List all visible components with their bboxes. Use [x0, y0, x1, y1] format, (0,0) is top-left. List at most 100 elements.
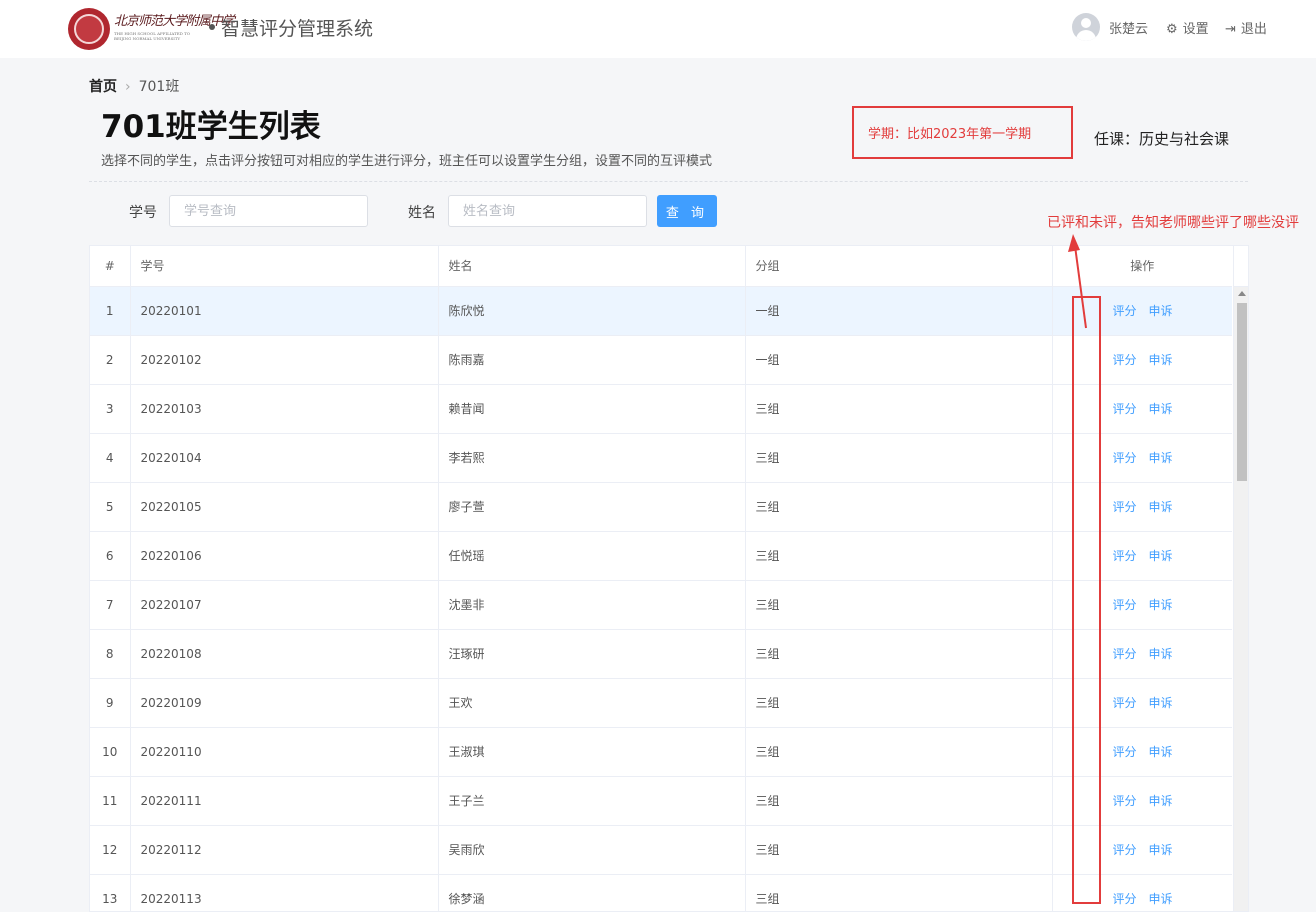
app-title: 智慧评分管理系统 [221, 18, 374, 40]
cell-group: 三组 [745, 776, 1053, 826]
cell-index: 6 [90, 531, 131, 581]
appeal-button[interactable]: 申诉 [1149, 451, 1173, 465]
semester-annotation-box: 学期：比如2023年第一学期 [852, 106, 1073, 159]
user-name[interactable]: 张楚云 [1109, 18, 1148, 37]
cell-index: 9 [90, 678, 131, 728]
score-button[interactable]: 评分 [1113, 549, 1137, 563]
table-row[interactable]: 8 20220108 汪琢研 三组 评分 申诉 [90, 629, 1232, 679]
appeal-button[interactable]: 申诉 [1149, 794, 1173, 808]
cell-actions: 评分 申诉 [1052, 678, 1232, 728]
cell-name: 廖子萱 [438, 482, 746, 532]
gear-icon: ⚙ [1166, 22, 1178, 37]
column-header-student-no: 学号 [130, 246, 439, 287]
score-button[interactable]: 评分 [1113, 353, 1137, 367]
breadcrumb-current: 701班 [138, 79, 180, 95]
breadcrumb: 首页 › 701班 [89, 76, 179, 96]
score-button[interactable]: 评分 [1113, 500, 1137, 514]
query-button[interactable]: 查 询 [657, 195, 717, 227]
cell-student-no: 20220111 [130, 776, 439, 826]
appeal-button[interactable]: 申诉 [1149, 892, 1173, 906]
cell-actions: 评分 申诉 [1052, 629, 1232, 679]
appeal-button[interactable]: 申诉 [1149, 843, 1173, 857]
appeal-button[interactable]: 申诉 [1149, 500, 1173, 514]
table-row[interactable]: 2 20220102 陈雨嘉 一组 评分 申诉 [90, 335, 1232, 385]
cell-name: 王淑琪 [438, 727, 746, 777]
cell-name: 任悦瑶 [438, 531, 746, 581]
score-button[interactable]: 评分 [1113, 843, 1137, 857]
cell-group: 三组 [745, 433, 1053, 483]
appeal-button[interactable]: 申诉 [1149, 696, 1173, 710]
table-row[interactable]: 3 20220103 赖昔闻 三组 评分 申诉 [90, 384, 1232, 434]
appeal-button[interactable]: 申诉 [1149, 598, 1173, 612]
appeal-button[interactable]: 申诉 [1149, 402, 1173, 416]
settings-link[interactable]: ⚙ 设置 [1166, 18, 1209, 37]
top-header: 北京师范大学附属中学 THE HIGH SCHOOL AFFILIATED TO… [0, 0, 1316, 58]
name-input[interactable] [448, 195, 647, 227]
cell-student-no: 20220106 [130, 531, 439, 581]
semester-text: 学期：比如2023年第一学期 [868, 127, 1032, 142]
cell-student-no: 20220104 [130, 433, 439, 483]
cell-student-no: 20220105 [130, 482, 439, 532]
cell-actions: 评分 申诉 [1052, 531, 1232, 581]
cell-name: 吴雨欣 [438, 825, 746, 875]
school-name-en: THE HIGH SCHOOL AFFILIATED TO BEIJING NO… [114, 31, 191, 41]
appeal-button[interactable]: 申诉 [1149, 549, 1173, 563]
cell-group: 三组 [745, 482, 1053, 532]
table-row[interactable]: 13 20220113 徐梦涵 三组 评分 申诉 [90, 874, 1232, 911]
table-row[interactable]: 11 20220111 王子兰 三组 评分 申诉 [90, 776, 1232, 826]
cell-group: 三组 [745, 874, 1053, 911]
annotation-note: 已评和未评，告知老师哪些评了哪些没评 [1047, 215, 1299, 231]
cell-index: 1 [90, 286, 131, 336]
cell-actions: 评分 申诉 [1052, 727, 1232, 777]
cell-actions: 评分 申诉 [1052, 580, 1232, 630]
table-row[interactable]: 6 20220106 任悦瑶 三组 评分 申诉 [90, 531, 1232, 581]
logout-icon: ⇥ [1225, 22, 1236, 37]
cell-actions: 评分 申诉 [1052, 433, 1232, 483]
scrollbar-thumb[interactable] [1237, 303, 1247, 481]
divider [89, 181, 1248, 182]
logout-label: 退出 [1240, 22, 1267, 37]
cell-group: 一组 [745, 286, 1053, 336]
appeal-button[interactable]: 申诉 [1149, 353, 1173, 367]
settings-label: 设置 [1182, 22, 1209, 37]
appeal-button[interactable]: 申诉 [1149, 745, 1173, 759]
cell-name: 陈雨嘉 [438, 335, 746, 385]
school-logo-wordmark: 北京师范大学附属中学 THE HIGH SCHOOL AFFILIATED TO… [114, 10, 235, 46]
score-button[interactable]: 评分 [1113, 892, 1137, 906]
table-row[interactable]: 7 20220107 沈墨非 三组 评分 申诉 [90, 580, 1232, 630]
score-button[interactable]: 评分 [1113, 598, 1137, 612]
student-table: # 学号 姓名 分组 操作 1 20220101 陈欣悦 一组 评分 申诉 2 2022010… [89, 245, 1249, 912]
scroll-up-arrow-icon[interactable] [1238, 291, 1246, 296]
cell-name: 沈墨非 [438, 580, 746, 630]
cell-index: 12 [90, 825, 131, 875]
school-seal-logo[interactable] [68, 8, 110, 50]
student-no-label: 学号 [129, 205, 157, 221]
cell-index: 8 [90, 629, 131, 679]
cell-actions: 评分 申诉 [1052, 335, 1232, 385]
score-button[interactable]: 评分 [1113, 304, 1137, 318]
table-row[interactable]: 9 20220109 王欢 三组 评分 申诉 [90, 678, 1232, 728]
cell-index: 7 [90, 580, 131, 630]
avatar[interactable] [1072, 13, 1100, 41]
cell-group: 三组 [745, 580, 1053, 630]
score-button[interactable]: 评分 [1113, 794, 1137, 808]
student-no-input[interactable] [169, 195, 368, 227]
table-row[interactable]: 4 20220104 李若熙 三组 评分 申诉 [90, 433, 1232, 483]
name-label: 姓名 [408, 205, 436, 221]
score-button[interactable]: 评分 [1113, 745, 1137, 759]
scrollbar[interactable] [1233, 287, 1248, 911]
appeal-button[interactable]: 申诉 [1149, 647, 1173, 661]
appeal-button[interactable]: 申诉 [1149, 304, 1173, 318]
table-row[interactable]: 12 20220112 吴雨欣 三组 评分 申诉 [90, 825, 1232, 875]
score-button[interactable]: 评分 [1113, 402, 1137, 416]
breadcrumb-home[interactable]: 首页 [89, 79, 117, 95]
logout-link[interactable]: ⇥ 退出 [1225, 18, 1267, 37]
score-button[interactable]: 评分 [1113, 647, 1137, 661]
column-header-index: # [90, 246, 131, 287]
cell-student-no: 20220101 [130, 286, 439, 336]
table-row[interactable]: 5 20220105 廖子萱 三组 评分 申诉 [90, 482, 1232, 532]
score-button[interactable]: 评分 [1113, 696, 1137, 710]
table-row[interactable]: 10 20220110 王淑琪 三组 评分 申诉 [90, 727, 1232, 777]
score-button[interactable]: 评分 [1113, 451, 1137, 465]
annotation-arrow [1068, 234, 1087, 329]
